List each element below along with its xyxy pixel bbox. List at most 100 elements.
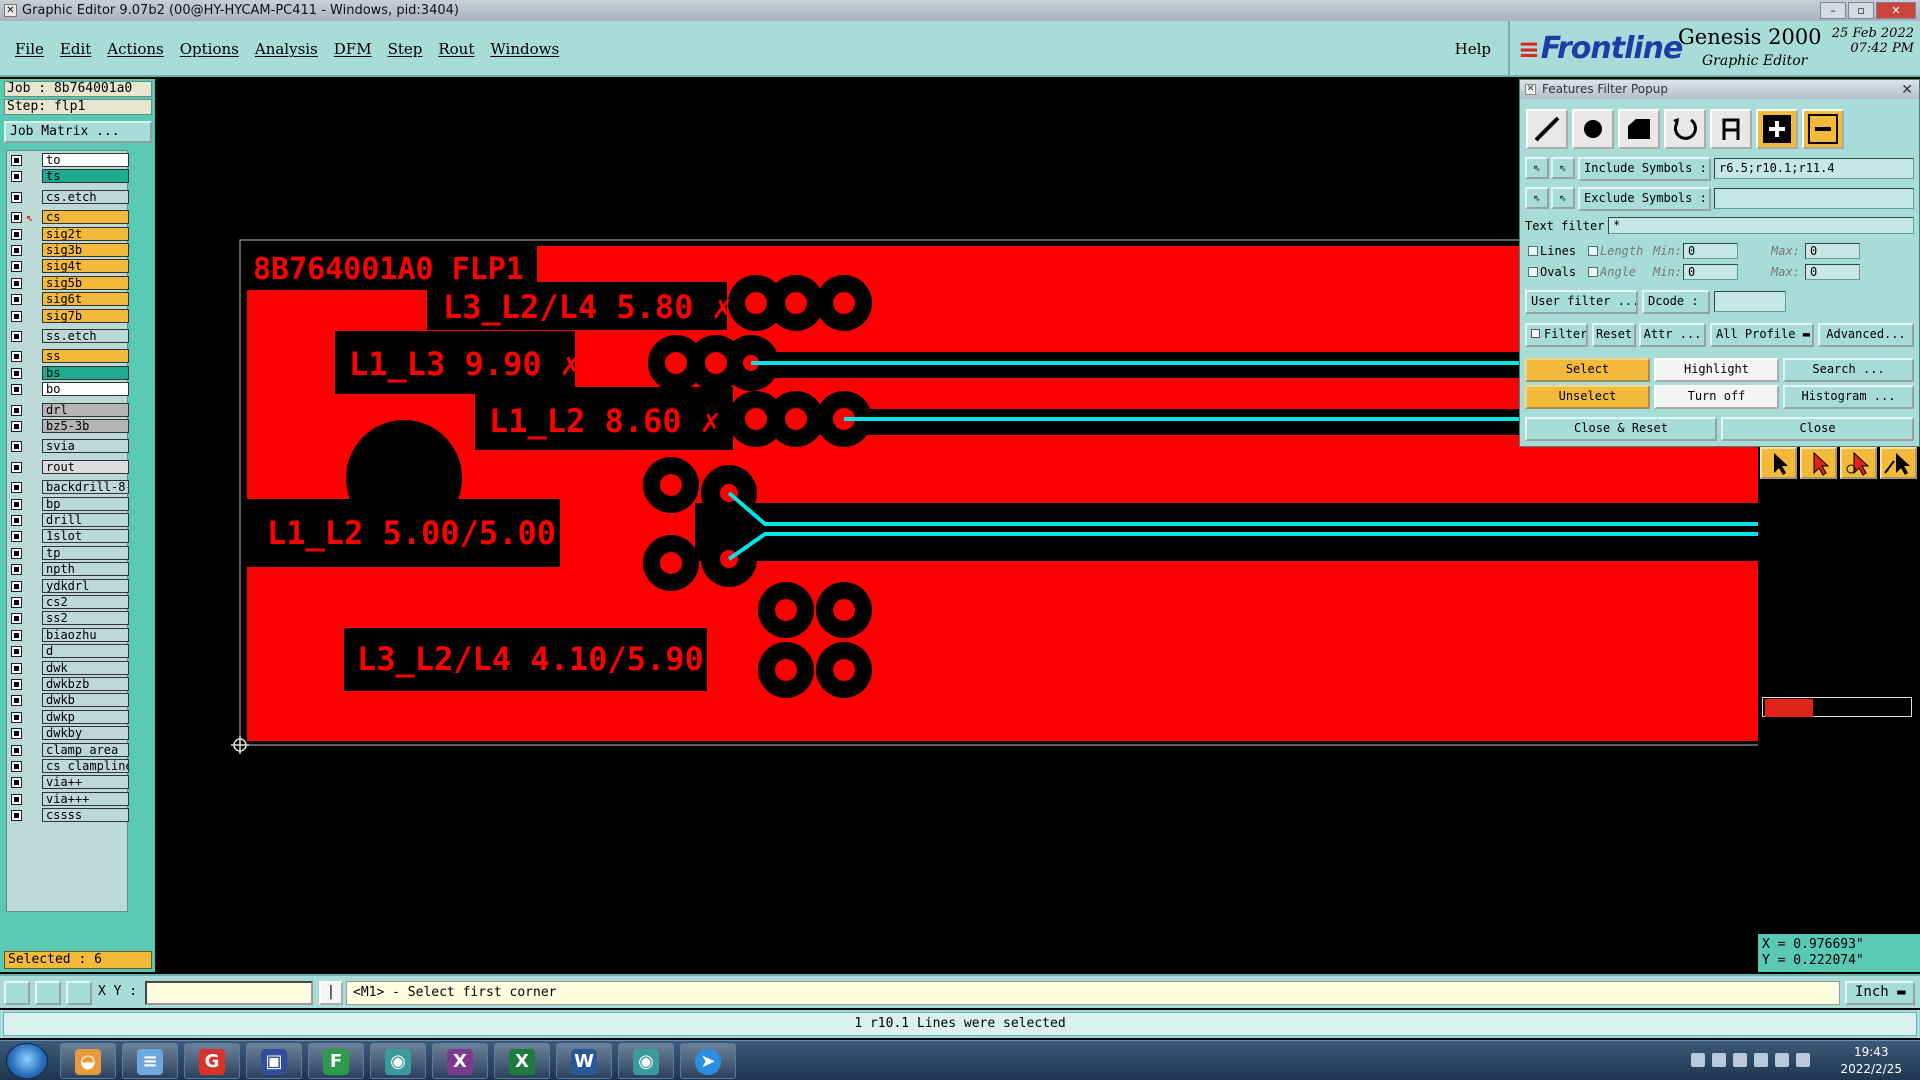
layer-name[interactable]: drill	[42, 513, 129, 527]
layer-name[interactable]: via+++	[42, 791, 129, 806]
layer-row[interactable]: bo	[7, 382, 129, 397]
layer-row[interactable]: drl	[7, 402, 129, 417]
layer-name[interactable]: tp	[42, 545, 129, 560]
layer-name[interactable]: to	[42, 153, 129, 167]
layer-row[interactable]: ↖ cs	[7, 210, 129, 225]
unselect-button[interactable]: Unselect	[1525, 385, 1650, 409]
filter-toggle-button[interactable]: Filter	[1525, 323, 1588, 347]
select-pointer-icon[interactable]	[1760, 447, 1797, 479]
minimize-button[interactable]: –	[1820, 2, 1846, 19]
taskbar-messenger[interactable]: ➤	[680, 1043, 736, 1079]
layer-row[interactable]: dwkb	[7, 693, 129, 708]
layer-row[interactable]: ss2	[7, 611, 129, 626]
highlight-button[interactable]: Highlight	[1654, 358, 1779, 382]
layer-checkbox[interactable]	[11, 695, 22, 707]
layer-checkbox[interactable]	[11, 793, 22, 805]
tray-expand-icon[interactable]	[1733, 1053, 1747, 1067]
layer-name[interactable]: cs_clampline	[42, 759, 129, 773]
layer-name[interactable]: cs2	[42, 595, 129, 609]
layer-name[interactable]: svia	[42, 439, 129, 454]
layer-name[interactable]: ss	[42, 349, 129, 364]
start-button[interactable]	[6, 1043, 48, 1079]
layer-checkbox[interactable]	[11, 441, 22, 453]
layer-name[interactable]: d	[42, 644, 129, 659]
text-type-button[interactable]	[1710, 109, 1752, 149]
layer-name[interactable]: dwkby	[42, 726, 129, 741]
maximize-button[interactable]: ▫	[1848, 2, 1874, 19]
layer-name[interactable]: biaozhu	[42, 627, 129, 642]
layer-checkbox[interactable]	[11, 155, 22, 166]
zoom-window-icon[interactable]	[4, 981, 30, 1005]
exclude-symbols-input[interactable]	[1714, 188, 1914, 209]
length-min-input[interactable]: 0	[1683, 243, 1738, 259]
include-pick-all-icon[interactable]: ⇖	[1551, 157, 1575, 179]
close-button[interactable]: ✕	[1876, 2, 1916, 19]
layer-row[interactable]: bs	[7, 365, 129, 380]
layer-checkbox[interactable]	[11, 531, 22, 543]
angle-min-input[interactable]: 0	[1683, 264, 1738, 280]
layer-checkbox[interactable]	[11, 367, 22, 379]
layer-row[interactable]: bp	[7, 496, 129, 511]
layer-checkbox[interactable]	[11, 331, 22, 342]
close-reset-button[interactable]: Close & Reset	[1525, 417, 1717, 441]
close-popup-button[interactable]: Close	[1721, 417, 1914, 441]
layer-checkbox[interactable]	[11, 580, 22, 592]
layer-name[interactable]: sig7b	[42, 308, 129, 323]
center-snap-icon[interactable]	[1840, 447, 1877, 479]
menu-windows[interactable]: Windows	[490, 40, 559, 58]
profile-dropdown[interactable]: All Profile ▬	[1710, 323, 1814, 347]
prompt-info-icon[interactable]: |	[319, 981, 343, 1005]
advanced-button[interactable]: Advanced...	[1818, 323, 1914, 347]
layer-name[interactable]: rout	[42, 459, 129, 474]
layer-row[interactable]: svia	[7, 439, 129, 454]
line-type-button[interactable]	[1526, 109, 1568, 149]
layer-name[interactable]: sig6t	[42, 292, 129, 307]
angle-max-input[interactable]: 0	[1805, 264, 1860, 280]
layer-row[interactable]: ss	[7, 349, 129, 364]
layer-checkbox[interactable]	[11, 461, 22, 473]
layer-row[interactable]: sig6t	[7, 292, 129, 307]
layer-name[interactable]: bs	[42, 365, 129, 380]
tray-keyboard-icon[interactable]	[1691, 1053, 1705, 1067]
layer-checkbox[interactable]	[11, 498, 22, 510]
xy-input[interactable]	[145, 981, 313, 1005]
layer-name[interactable]: bo	[42, 382, 129, 397]
ovals-checkbox[interactable]	[1528, 267, 1538, 277]
layer-checkbox[interactable]	[11, 629, 22, 641]
layer-row[interactable]: dwkp	[7, 709, 129, 724]
job-matrix-button[interactable]: Job Matrix ...	[4, 121, 152, 143]
taskbar-shell-app[interactable]: ◒	[60, 1043, 116, 1079]
layer-checkbox[interactable]	[11, 294, 22, 306]
layer-row[interactable]: clamp_area	[7, 742, 129, 757]
layer-row[interactable]: drill	[7, 513, 129, 527]
layer-name[interactable]: dwkb	[42, 693, 129, 708]
layer-checkbox[interactable]	[11, 421, 22, 432]
layer-checkbox[interactable]	[11, 171, 22, 183]
taskbar-viewer-app[interactable]: ◉	[370, 1043, 426, 1079]
surface-type-button[interactable]	[1618, 109, 1660, 149]
dcode-button[interactable]: Dcode :	[1642, 290, 1710, 314]
layer-row[interactable]: sig3b	[7, 243, 129, 257]
layer-checkbox[interactable]	[11, 761, 22, 772]
dcode-input[interactable]	[1714, 291, 1786, 312]
exclude-pick-icon[interactable]: ⇖	[1525, 187, 1549, 209]
layer-checkbox[interactable]	[11, 613, 22, 625]
layer-name[interactable]: ts	[42, 169, 129, 184]
menu-step[interactable]: Step	[388, 40, 423, 58]
layer-checkbox[interactable]	[11, 744, 22, 756]
layer-row[interactable]: cssss	[7, 808, 129, 823]
lines-checkbox[interactable]	[1528, 246, 1538, 256]
layer-row[interactable]: ss.etch	[7, 329, 129, 343]
angle-checkbox[interactable]	[1588, 267, 1598, 277]
turn-off-button[interactable]: Turn off	[1654, 385, 1779, 409]
taskbar-excel[interactable]: X	[494, 1043, 550, 1079]
menu-analysis[interactable]: Analysis	[255, 40, 318, 58]
layer-checkbox[interactable]	[11, 564, 22, 576]
layer-name[interactable]: bp	[42, 496, 129, 511]
layer-checkbox[interactable]	[11, 597, 22, 608]
layer-checkbox[interactable]	[11, 515, 22, 526]
layer-name[interactable]: dwkp	[42, 709, 129, 724]
layer-row[interactable]: 1slot	[7, 529, 129, 544]
layer-name[interactable]: sig2t	[42, 226, 129, 241]
layer-row[interactable]: tp	[7, 545, 129, 560]
